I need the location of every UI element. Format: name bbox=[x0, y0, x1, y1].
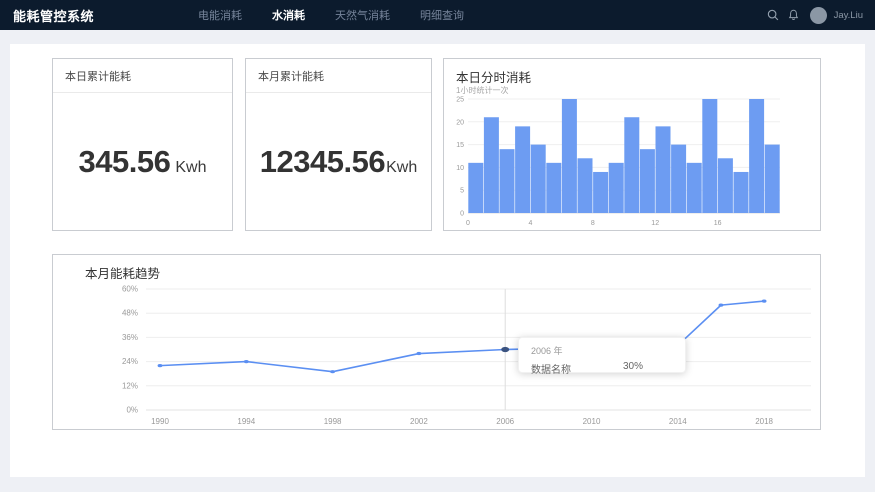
monthly-energy-value: 12345.56 bbox=[260, 144, 385, 180]
daily-energy-card: 本日累计能耗 345.56 Kwh bbox=[52, 58, 233, 231]
svg-text:24%: 24% bbox=[122, 357, 138, 366]
svg-text:10: 10 bbox=[456, 165, 464, 172]
svg-text:12%: 12% bbox=[122, 381, 138, 390]
svg-text:16: 16 bbox=[714, 220, 722, 227]
svg-text:48%: 48% bbox=[122, 309, 138, 318]
app-title: 能耗管控系统 bbox=[13, 6, 94, 25]
content-panel: 本日累计能耗 345.56 Kwh 本月累计能耗 12345.56 Kwh bbox=[10, 44, 865, 477]
svg-text:1994: 1994 bbox=[237, 417, 255, 426]
svg-text:4: 4 bbox=[528, 220, 532, 227]
svg-text:5: 5 bbox=[460, 188, 464, 195]
nav-item-electric[interactable]: 电能消耗 bbox=[198, 7, 242, 23]
chart-tooltip: 2006 年 数据名称 30% bbox=[518, 337, 686, 373]
monthly-energy-card: 本月累计能耗 12345.56 Kwh bbox=[245, 58, 432, 231]
svg-text:25: 25 bbox=[456, 97, 464, 104]
tooltip-series-name: 数据名称 bbox=[531, 361, 571, 376]
svg-text:60%: 60% bbox=[122, 285, 138, 294]
tooltip-value: 30% bbox=[623, 361, 643, 376]
svg-text:0%: 0% bbox=[126, 406, 138, 415]
svg-text:0: 0 bbox=[460, 211, 464, 218]
hourly-consumption-card: 本日分时消耗 1小时统计一次 05101520250481216 bbox=[443, 58, 821, 231]
monthly-energy-unit: Kwh bbox=[386, 159, 417, 177]
svg-text:1998: 1998 bbox=[324, 417, 342, 426]
daily-card-title: 本日累计能耗 bbox=[53, 59, 232, 93]
svg-text:20: 20 bbox=[456, 119, 464, 126]
hourly-chart-title: 本日分时消耗 bbox=[456, 67, 531, 86]
svg-text:2006: 2006 bbox=[496, 417, 514, 426]
username: Jay.Liu bbox=[834, 10, 863, 21]
svg-text:1990: 1990 bbox=[151, 417, 169, 426]
svg-text:12: 12 bbox=[651, 220, 659, 227]
svg-text:0: 0 bbox=[466, 220, 470, 227]
svg-text:8: 8 bbox=[591, 220, 595, 227]
nav-item-water[interactable]: 水消耗 bbox=[272, 7, 305, 23]
stat-cards-row: 本日累计能耗 345.56 Kwh 本月累计能耗 12345.56 Kwh bbox=[52, 58, 821, 231]
navbar-right: Jay.Liu bbox=[766, 0, 863, 30]
svg-text:15: 15 bbox=[456, 142, 464, 149]
svg-text:2010: 2010 bbox=[583, 417, 601, 426]
svg-text:2002: 2002 bbox=[410, 417, 428, 426]
monthly-trend-card: 本月能耗趋势 0% 12% 24% 36% 48% 60% 1990 1994 1998 2002… bbox=[52, 254, 821, 430]
svg-text:36%: 36% bbox=[122, 333, 138, 342]
monthly-card-title: 本月累计能耗 bbox=[246, 59, 431, 93]
nav-item-gas[interactable]: 天然气消耗 bbox=[335, 7, 390, 23]
daily-energy-unit: Kwh bbox=[175, 159, 206, 177]
hourly-bar-chart[interactable]: 0 5 10 15 20 25 0 4 8 12 16 bbox=[444, 95, 822, 231]
monthly-card-body: 12345.56 Kwh bbox=[246, 93, 431, 230]
trend-chart-title: 本月能耗趋势 bbox=[85, 263, 160, 282]
main-nav: 电能消耗 水消耗 天然气消耗 明细查询 bbox=[198, 0, 464, 30]
svg-text:2014: 2014 bbox=[669, 417, 687, 426]
trend-line-chart[interactable]: 0% 12% 24% 36% 48% 60% 1990 1994 1998 2002 2006 201… bbox=[53, 255, 822, 431]
top-navbar: 能耗管控系统 电能消耗 水消耗 天然气消耗 明细查询 Jay.Liu bbox=[0, 0, 875, 30]
search-icon[interactable] bbox=[766, 8, 780, 22]
avatar[interactable] bbox=[810, 7, 827, 24]
svg-text:2018: 2018 bbox=[755, 417, 773, 426]
nav-item-detail-query[interactable]: 明细查询 bbox=[420, 7, 464, 23]
bell-icon[interactable] bbox=[787, 8, 800, 22]
daily-card-body: 345.56 Kwh bbox=[53, 93, 232, 230]
tooltip-x-label: 2006 年 bbox=[531, 344, 673, 357]
daily-energy-value: 345.56 bbox=[79, 144, 171, 180]
